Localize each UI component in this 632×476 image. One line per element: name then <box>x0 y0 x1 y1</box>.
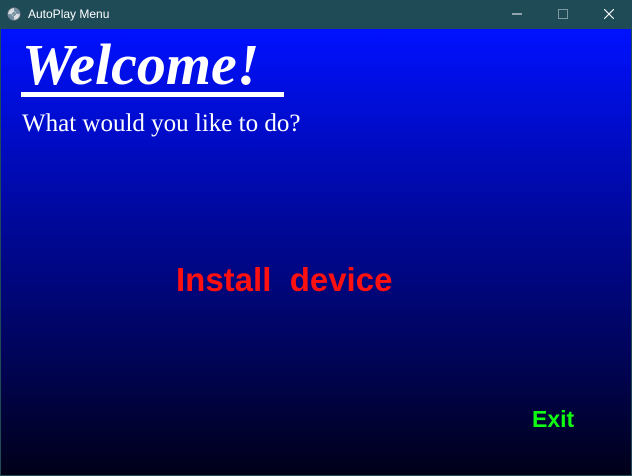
prompt-text: What would you like to do? <box>22 110 301 137</box>
cd-disc-icon <box>7 7 21 21</box>
minimize-icon <box>512 8 522 22</box>
autoplay-window: AutoPlay Menu Welcome! What would you li… <box>0 0 632 476</box>
exit-button[interactable]: Exit <box>532 405 574 433</box>
welcome-underline <box>21 92 284 97</box>
install-device-button[interactable]: Install device <box>176 261 392 299</box>
minimize-button[interactable] <box>494 0 540 29</box>
close-icon <box>603 8 615 22</box>
welcome-heading: Welcome! <box>22 32 260 97</box>
close-button[interactable] <box>586 0 632 29</box>
maximize-button[interactable] <box>540 0 586 29</box>
title-bar[interactable]: AutoPlay Menu <box>0 0 632 29</box>
maximize-icon <box>558 8 568 22</box>
autoplay-content: Welcome! What would you like to do? Inst… <box>1 29 631 475</box>
window-title: AutoPlay Menu <box>28 7 110 21</box>
